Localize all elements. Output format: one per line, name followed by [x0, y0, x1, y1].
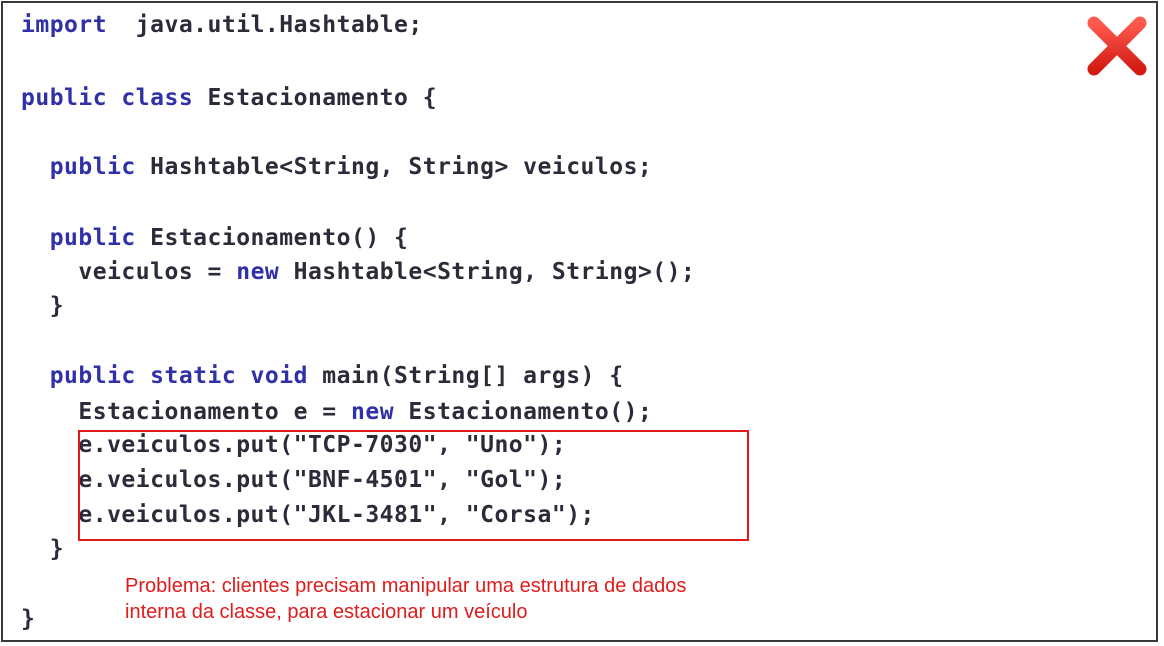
code-text: Estacionamento() {	[135, 225, 409, 251]
code-line: }	[21, 604, 35, 634]
code-keyword: public	[21, 225, 136, 251]
code-line: veiculos = new Hashtable<String, String>…	[21, 257, 695, 287]
code-line: public static void main(String[] args) {	[21, 361, 624, 391]
code-block: import java.util.Hashtable; public class…	[3, 3, 1156, 640]
code-keyword: import	[21, 12, 108, 38]
code-keyword: public static void	[21, 363, 308, 389]
code-text: }	[21, 293, 65, 319]
code-line: Estacionamento e = new Estacionamento();	[21, 397, 652, 427]
code-text: Hashtable<String, String> veiculos;	[135, 154, 653, 180]
code-keyword: public	[21, 154, 136, 180]
code-line: public Estacionamento() {	[21, 223, 408, 253]
code-text: main(String[] args) {	[307, 363, 624, 389]
problem-note-line-2: interna da classe, para estacionar um ve…	[125, 601, 528, 623]
code-text: veiculos =	[21, 259, 237, 285]
code-line: }	[21, 291, 64, 321]
code-text: Hashtable<String, String>();	[279, 259, 696, 285]
code-text: Estacionamento e =	[21, 399, 351, 425]
code-text: }	[21, 536, 65, 562]
code-text: java.util.Hashtable;	[107, 12, 423, 38]
code-text: Estacionamento {	[193, 85, 438, 111]
problem-note: Problema: clientes precisam manipular um…	[125, 573, 686, 625]
code-line: public class Estacionamento {	[21, 83, 437, 113]
code-keyword: new	[351, 399, 395, 425]
code-line: }	[21, 534, 64, 564]
code-line: import java.util.Hashtable;	[21, 10, 423, 40]
code-slide-frame: import java.util.Hashtable; public class…	[1, 1, 1158, 642]
code-text: }	[21, 606, 36, 632]
code-text: Estacionamento();	[394, 399, 653, 425]
code-line: public Hashtable<String, String> veiculo…	[21, 152, 652, 182]
x-mark-icon	[1087, 16, 1147, 76]
highlight-box	[78, 430, 749, 541]
code-keyword: public class	[21, 85, 194, 111]
problem-note-line-1: Problema: clientes precisam manipular um…	[125, 575, 687, 597]
code-keyword: new	[236, 259, 280, 285]
